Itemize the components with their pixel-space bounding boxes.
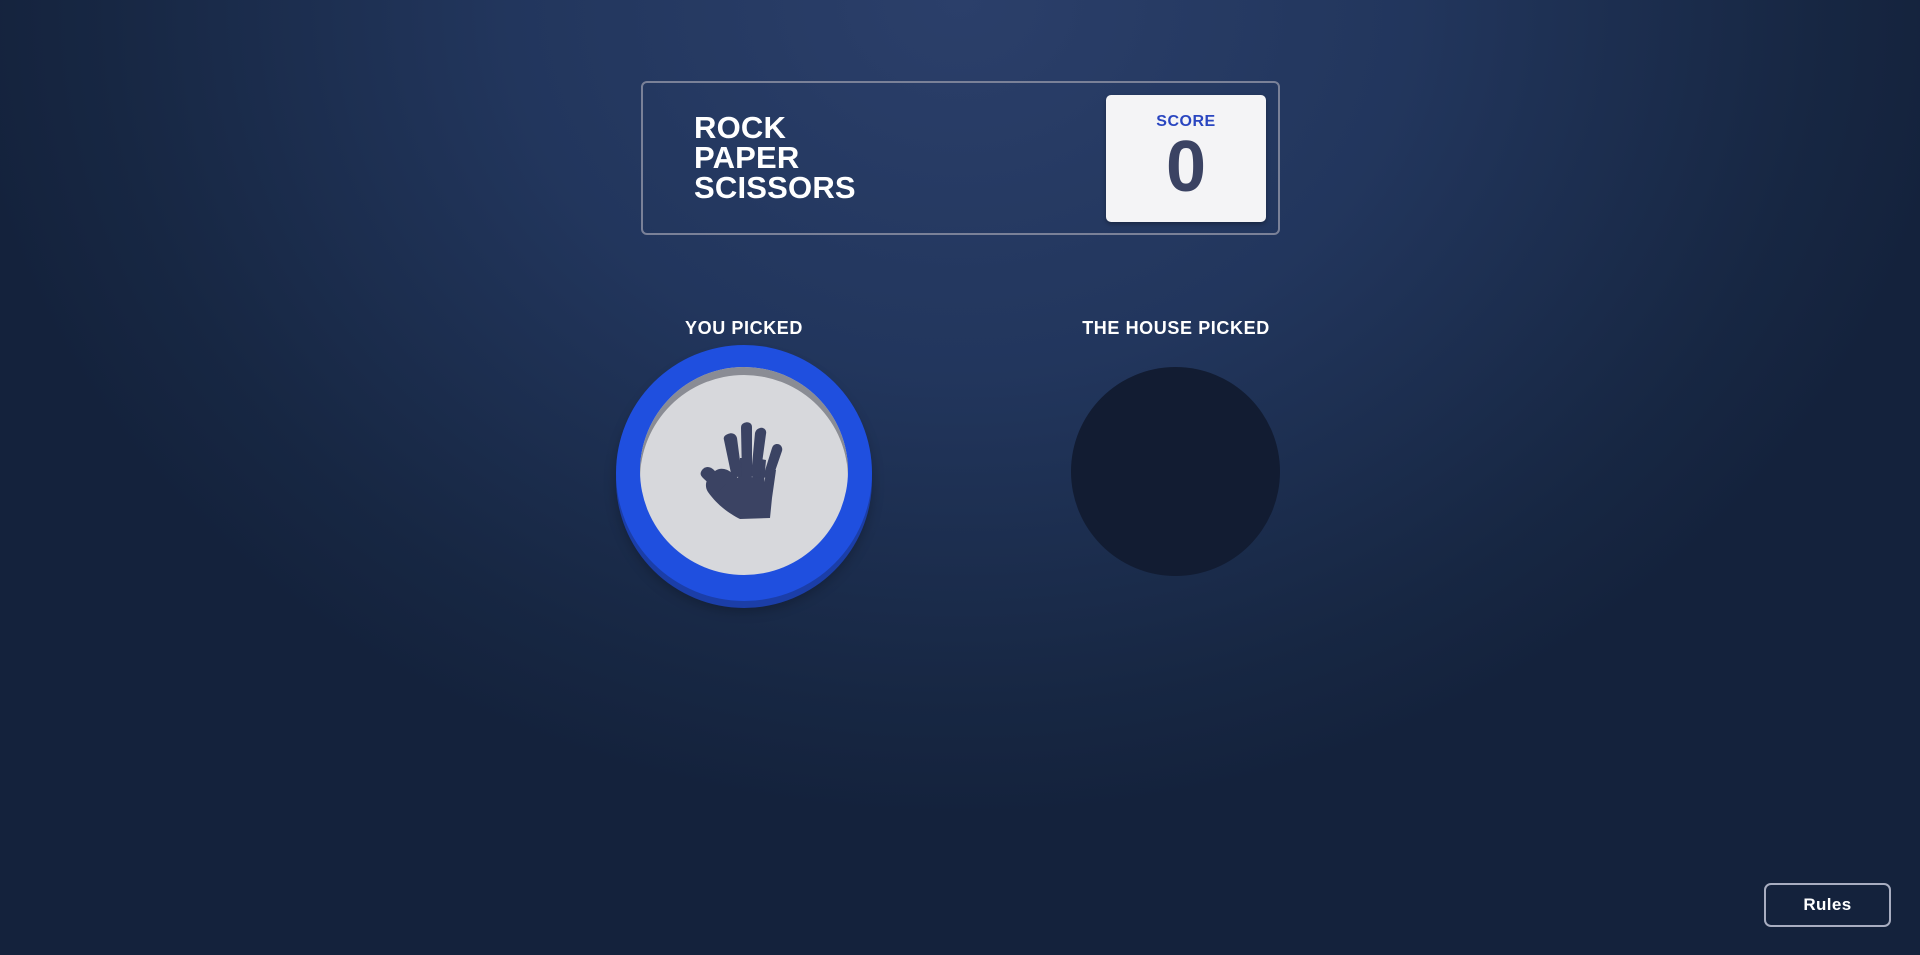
- player-paper-chip: [616, 345, 872, 601]
- paper-hand-icon: [700, 422, 783, 519]
- game-title-line-rock: ROCK: [694, 110, 787, 145]
- rules-button[interactable]: Rules: [1764, 883, 1891, 927]
- game-title-line-scissors: SCISSORS: [694, 170, 856, 205]
- game-title-line-paper: PAPER: [694, 140, 800, 175]
- you-picked-label: YOU PICKED: [684, 318, 804, 338]
- score-box: SCORE 0: [1106, 95, 1266, 222]
- game-title: ROCK PAPER SCISSORS: [694, 110, 856, 205]
- house-pick-placeholder: [1071, 367, 1280, 576]
- score-value: 0: [1165, 127, 1207, 207]
- player-paper-chip-face: [640, 367, 848, 575]
- game-header: ROCK PAPER SCISSORS SCORE 0: [641, 81, 1280, 235]
- house-picked-label: THE HOUSE PICKED: [1082, 318, 1270, 338]
